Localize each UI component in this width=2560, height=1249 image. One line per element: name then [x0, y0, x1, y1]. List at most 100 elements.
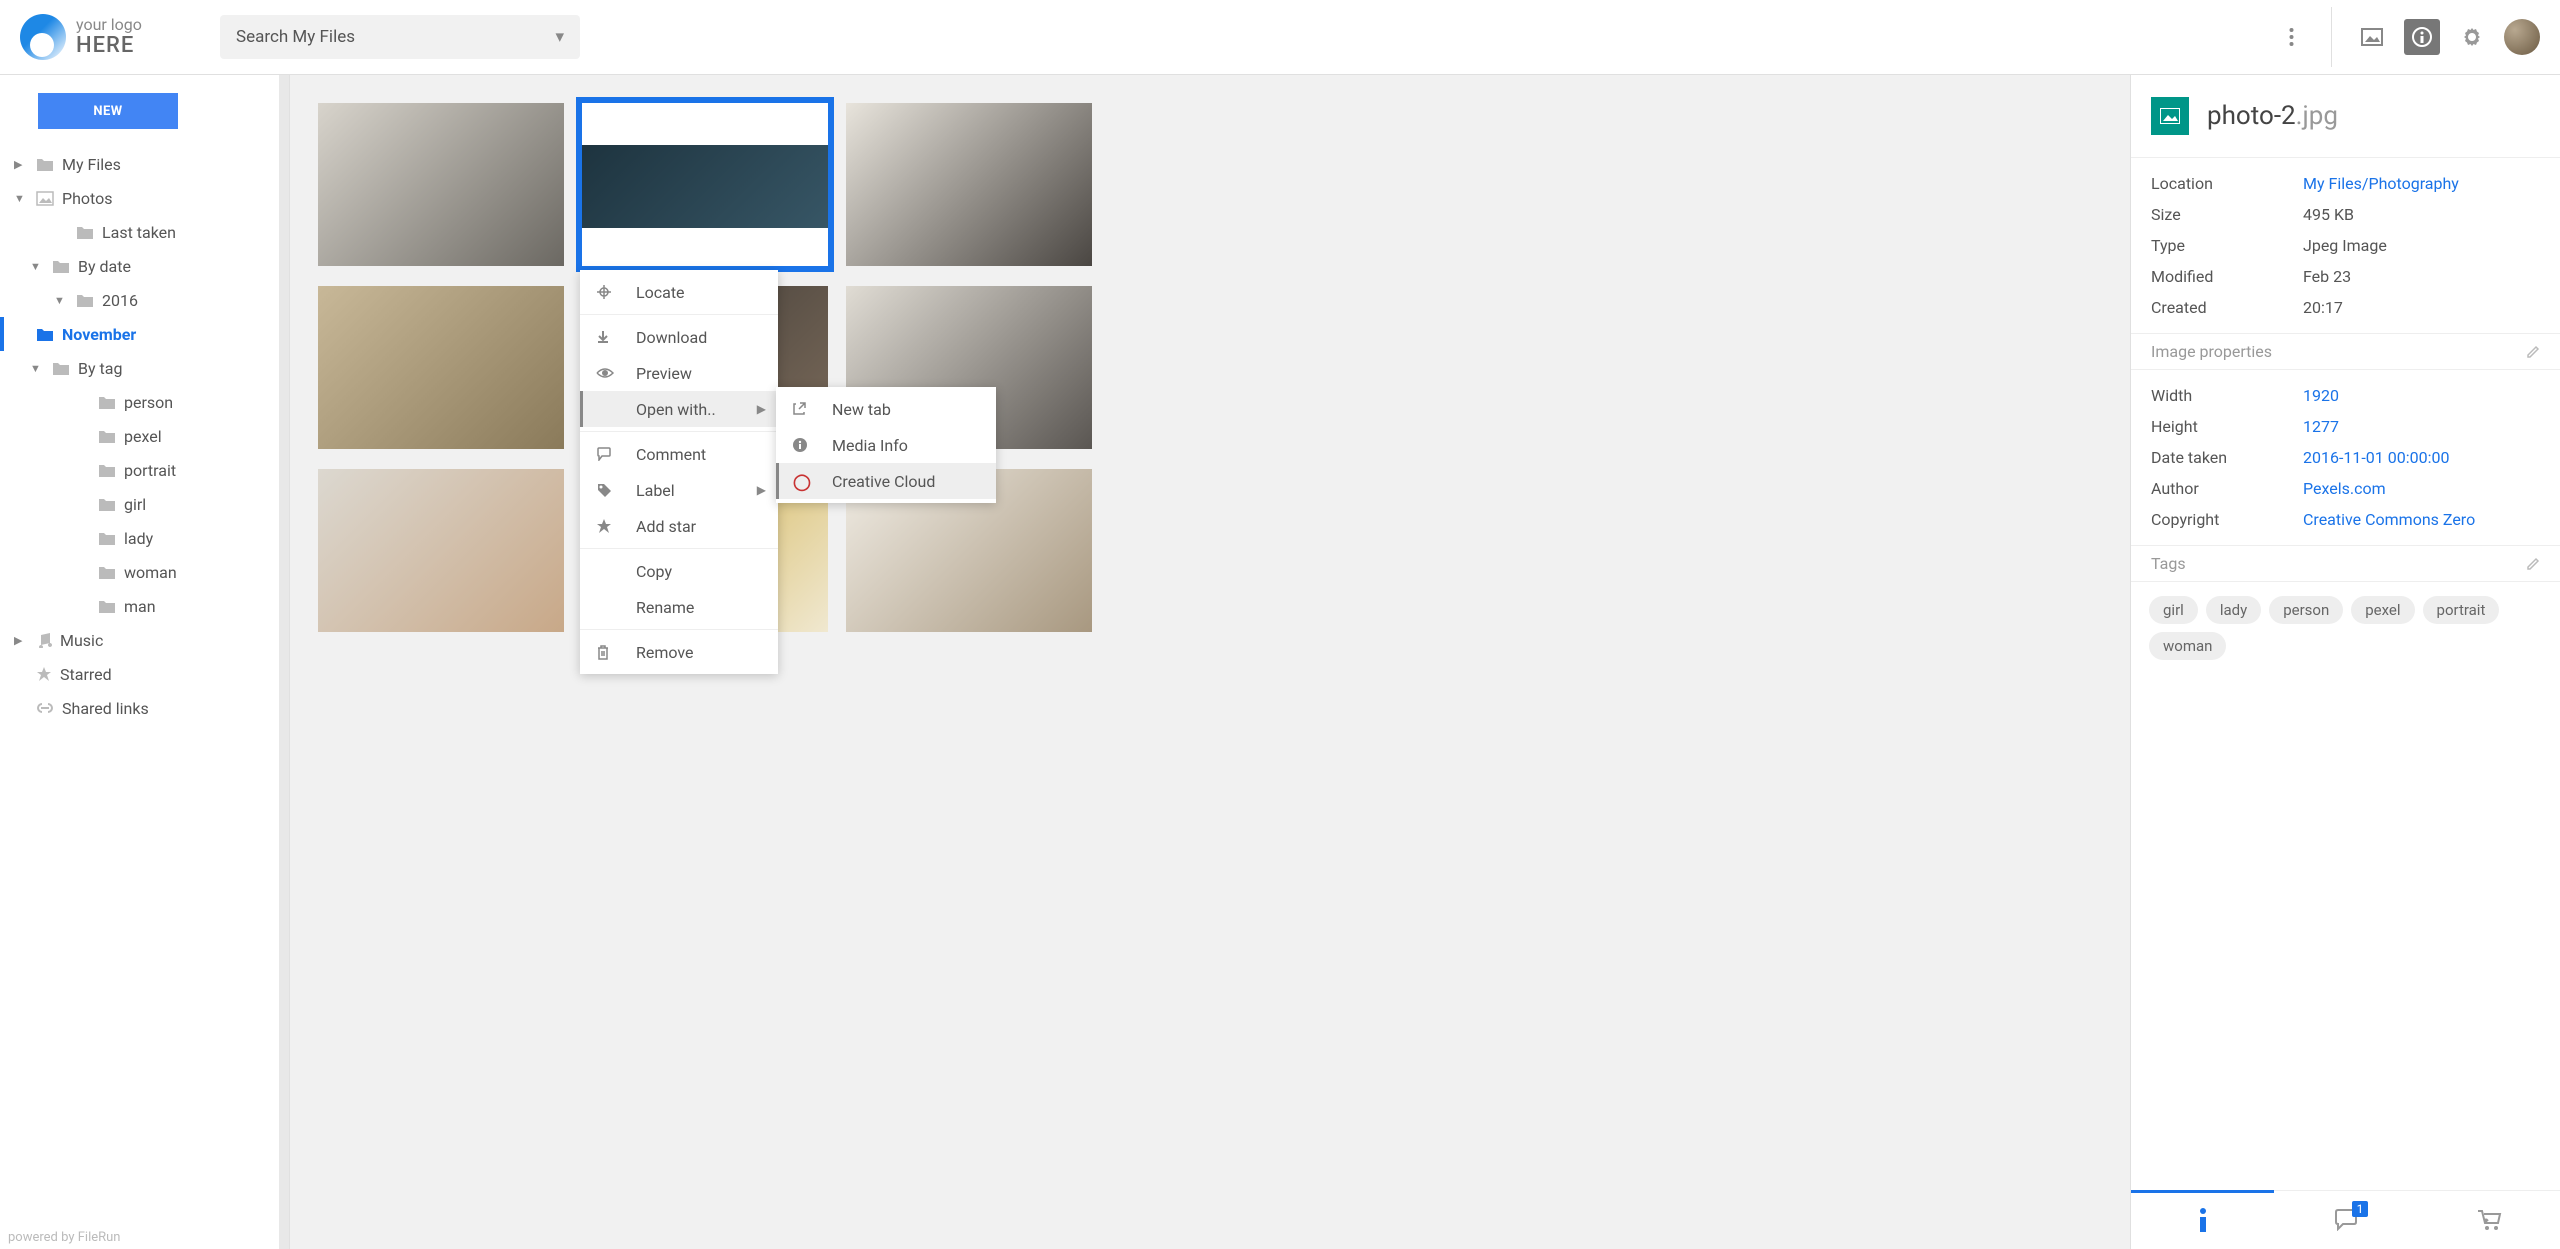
caret-icon: ▼ [30, 260, 44, 273]
info-icon[interactable] [2404, 19, 2440, 55]
tag-woman[interactable]: woman [2149, 632, 2226, 660]
tab-info[interactable] [2131, 1191, 2274, 1249]
detail-row-created: Created20:17 [2131, 292, 2560, 323]
sidebar-item-my-files[interactable]: ▶ My Files [0, 147, 289, 181]
search-input[interactable]: Search My Files ▾ [220, 15, 580, 59]
context-submenu: New tab Media Info ◯Creative Cloud [776, 387, 996, 503]
caret-icon: ▼ [14, 192, 28, 205]
folder-icon [98, 565, 116, 580]
menu-item-copy[interactable]: Copy [580, 553, 778, 589]
sidebar-item-starred[interactable]: Starred [0, 657, 289, 691]
new-button[interactable]: NEW [38, 93, 178, 129]
menu-item-comment[interactable]: Comment [580, 436, 778, 472]
thumbnail[interactable] [318, 103, 564, 266]
image-icon [36, 191, 54, 206]
logo[interactable]: your logoHERE [20, 14, 220, 60]
menu-item-locate[interactable]: Locate [580, 274, 778, 310]
thumbnail[interactable] [318, 469, 564, 632]
menu-label: Add star [636, 517, 696, 536]
header: your logoHERE Search My Files ▾ [0, 0, 2560, 75]
tree-label: man [124, 597, 156, 616]
section-tags[interactable]: Tags [2131, 545, 2560, 582]
detail-row-size: Size495 KB [2131, 199, 2560, 230]
menu-label: Download [636, 328, 707, 347]
detail-row-height: Height1277 [2131, 411, 2560, 442]
gear-icon[interactable] [2454, 19, 2490, 55]
more-icon[interactable] [2273, 19, 2309, 55]
sidebar-item-shared-links[interactable]: Shared links [0, 691, 289, 725]
tab-comments[interactable]: 1 [2274, 1191, 2417, 1249]
sidebar-item-november[interactable]: November [0, 317, 289, 351]
menu-label: Copy [636, 562, 672, 581]
menu-label: Media Info [832, 436, 908, 455]
detail-value[interactable]: Creative Commons Zero [2303, 510, 2475, 529]
external-icon [792, 402, 812, 416]
download-icon [596, 330, 616, 344]
tag-portrait[interactable]: portrait [2423, 596, 2500, 624]
detail-value[interactable]: 2016-11-01 00:00:00 [2303, 448, 2449, 467]
sidebar-item-portrait[interactable]: portrait [0, 453, 289, 487]
section-image-properties[interactable]: Image properties [2131, 333, 2560, 370]
sidebar-item-by-tag[interactable]: ▼By tag [0, 351, 289, 385]
trash-icon [596, 644, 616, 660]
file-title: photo-2.jpg [2207, 101, 2338, 131]
tree-label: person [124, 393, 173, 412]
sidebar-item-man[interactable]: man [0, 589, 289, 623]
thumbnail-selected[interactable] [582, 103, 828, 266]
detail-row-type: TypeJpeg Image [2131, 230, 2560, 261]
sidebar-item-photos[interactable]: ▼Photos [0, 181, 289, 215]
chevron-down-icon[interactable]: ▾ [555, 27, 564, 47]
menu-item-new-tab[interactable]: New tab [776, 391, 996, 427]
tree-label: 2016 [102, 291, 138, 310]
music-icon [36, 632, 52, 648]
detail-label: Height [2151, 417, 2303, 436]
content-area: Locate Download PreviewOpen with..▶ Comment… [290, 75, 2130, 1249]
caret-icon: ▶ [14, 158, 28, 171]
sidebar-item-by-date[interactable]: ▼By date [0, 249, 289, 283]
sidebar-item-woman[interactable]: woman [0, 555, 289, 589]
tree-label: My Files [62, 155, 121, 174]
folder-icon [98, 463, 116, 478]
detail-value[interactable]: 1277 [2303, 417, 2339, 436]
menu-item-open-with-[interactable]: Open with..▶ [580, 391, 778, 427]
thumbnail[interactable] [318, 286, 564, 449]
sidebar-item-pexel[interactable]: pexel [0, 419, 289, 453]
sidebar-item-2016[interactable]: ▼2016 [0, 283, 289, 317]
sidebar-item-last-taken[interactable]: Last taken [0, 215, 289, 249]
info-icon [792, 437, 812, 453]
sidebar-item-person[interactable]: person [0, 385, 289, 419]
sidebar-item-lady[interactable]: lady [0, 521, 289, 555]
detail-label: Modified [2151, 267, 2303, 286]
tree-label: girl [124, 495, 146, 514]
edit-icon[interactable] [2526, 557, 2540, 571]
menu-item-download[interactable]: Download [580, 319, 778, 355]
tag-lady[interactable]: lady [2206, 596, 2261, 624]
edit-icon[interactable] [2526, 345, 2540, 359]
menu-item-preview[interactable]: Preview [580, 355, 778, 391]
tab-cart[interactable] [2417, 1191, 2560, 1249]
menu-item-add-star[interactable]: Add star [580, 508, 778, 544]
detail-value[interactable]: Pexels.com [2303, 479, 2386, 498]
sidebar-item-music[interactable]: ▶Music [0, 623, 289, 657]
detail-value[interactable]: My Files/Photography [2303, 174, 2459, 193]
menu-item-label[interactable]: Label▶ [580, 472, 778, 508]
detail-row-copyright: CopyrightCreative Commons Zero [2131, 504, 2560, 535]
menu-item-creative-cloud[interactable]: ◯Creative Cloud [776, 463, 996, 499]
tag-person[interactable]: person [2269, 596, 2343, 624]
thumbnail[interactable] [846, 103, 1092, 266]
tag-pexel[interactable]: pexel [2351, 596, 2414, 624]
avatar[interactable] [2504, 19, 2540, 55]
detail-value[interactable]: 1920 [2303, 386, 2339, 405]
menu-item-remove[interactable]: Remove [580, 634, 778, 670]
folder-icon [52, 361, 70, 376]
detail-label: Created [2151, 298, 2303, 317]
search-placeholder: Search My Files [236, 27, 355, 47]
folder-icon [76, 225, 94, 240]
menu-item-media-info[interactable]: Media Info [776, 427, 996, 463]
tree-label: Shared links [62, 699, 149, 718]
image-icon[interactable] [2354, 19, 2390, 55]
tag-girl[interactable]: girl [2149, 596, 2198, 624]
sidebar-item-girl[interactable]: girl [0, 487, 289, 521]
menu-item-rename[interactable]: Rename [580, 589, 778, 625]
logo-text: your logoHERE [76, 16, 142, 58]
